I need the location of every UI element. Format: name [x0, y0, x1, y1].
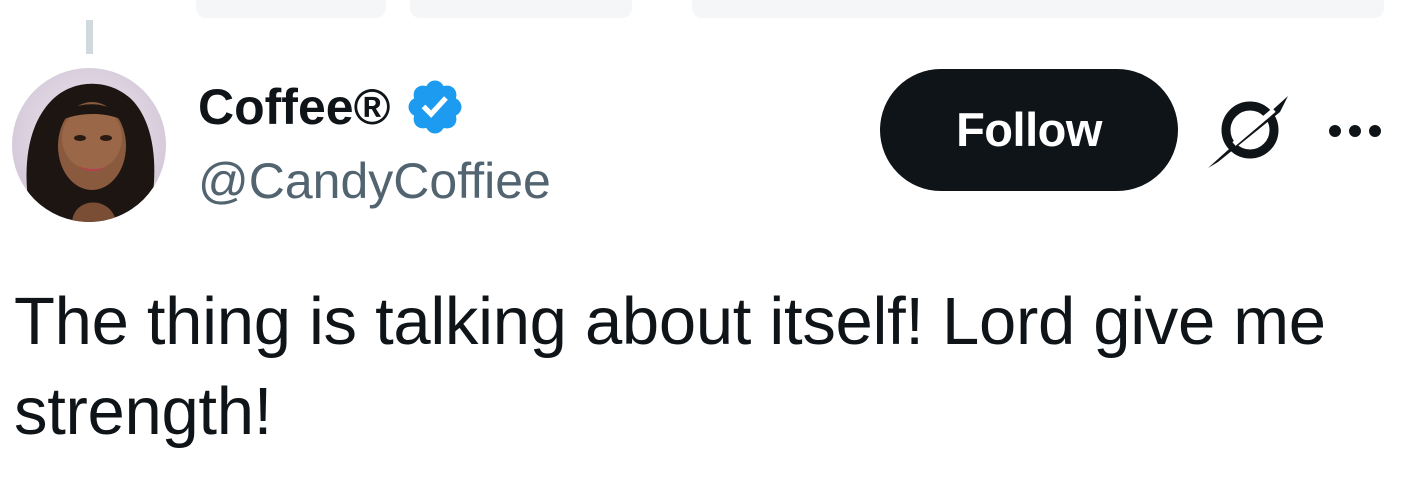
author-handle[interactable]: @CandyCoffiee [198, 150, 551, 212]
follow-button[interactable]: Follow [880, 69, 1178, 191]
avatar[interactable] [12, 68, 166, 222]
display-name[interactable]: Coffee® [198, 76, 390, 138]
author-name-row[interactable]: Coffee® [198, 76, 466, 138]
previous-tweet-fade [410, 0, 632, 18]
verified-badge-icon[interactable] [404, 76, 466, 138]
more-options-icon[interactable] [1322, 114, 1388, 148]
thread-connector-line [86, 20, 93, 54]
previous-tweet-fade [196, 0, 386, 18]
previous-tweet-fade [692, 0, 1384, 18]
grok-icon[interactable] [1204, 92, 1292, 170]
avatar-image [12, 68, 166, 222]
tweet-text: The thing is talking about itself! Lord … [14, 284, 1326, 449]
